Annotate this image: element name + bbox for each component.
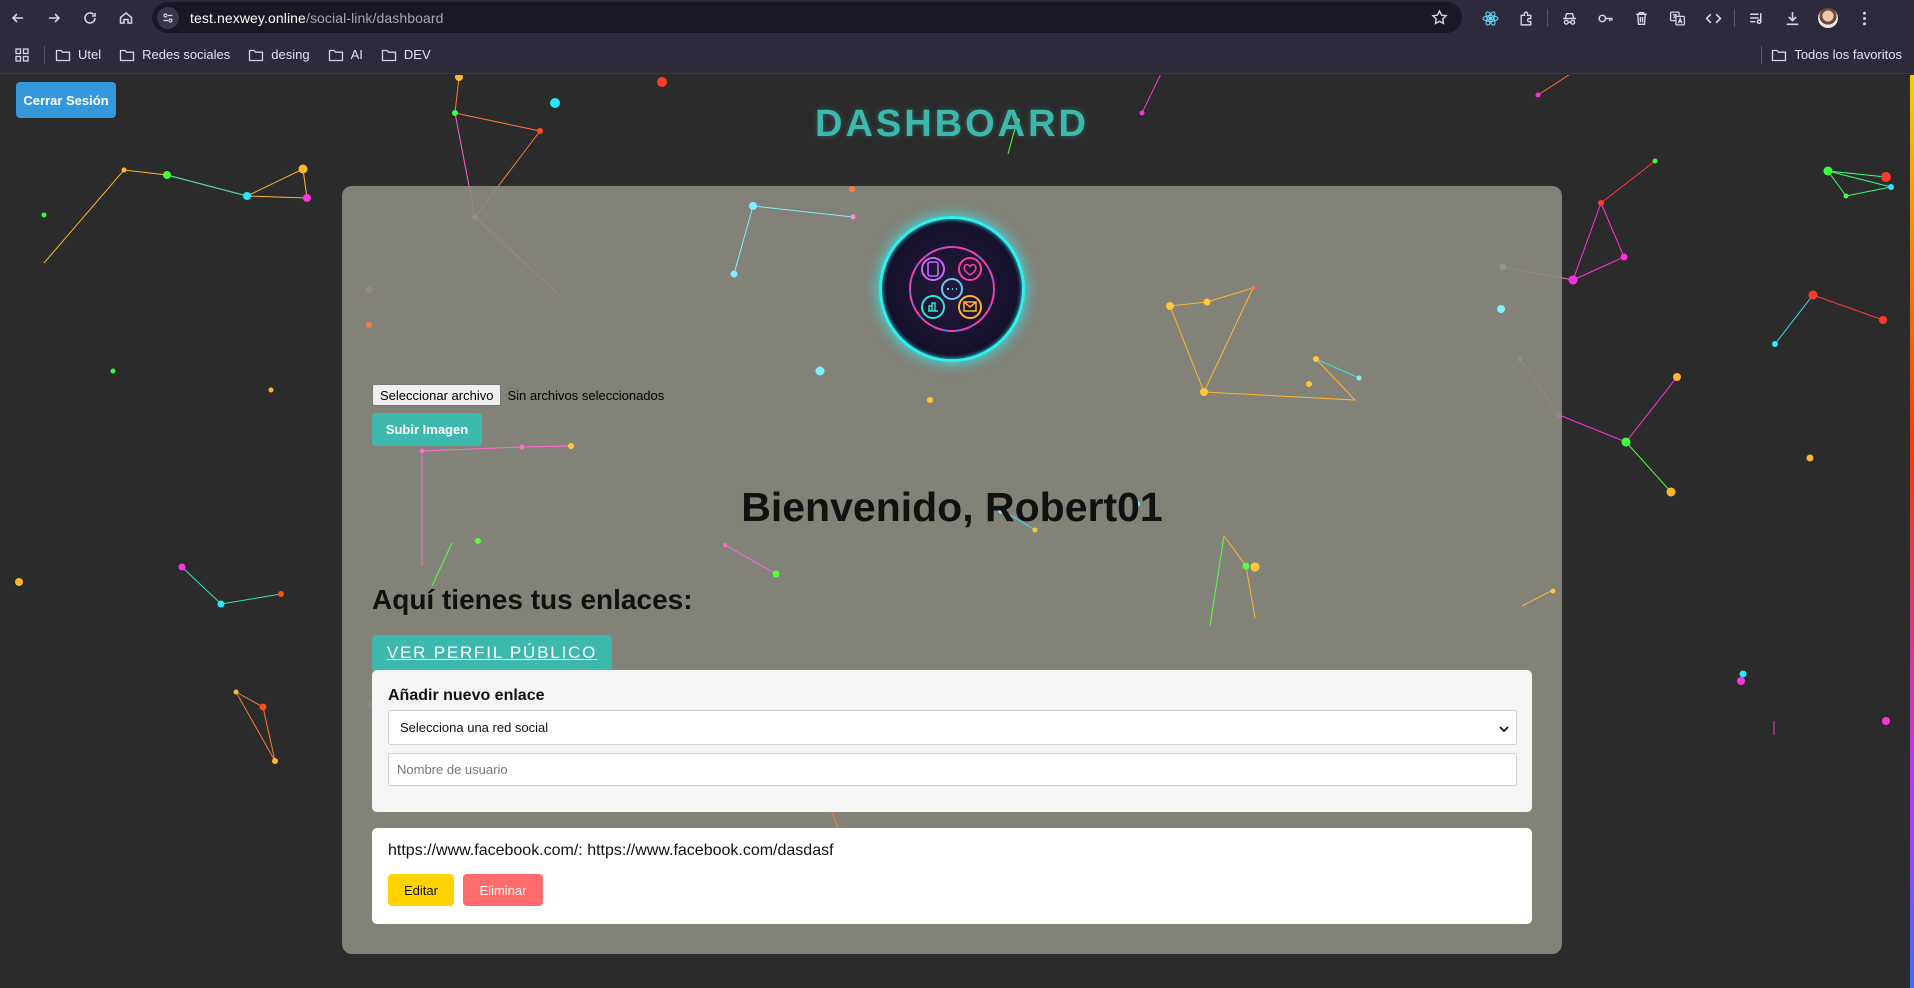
link-item: https://www.facebook.com/: https://www.f… [372, 828, 1532, 924]
bookmark-label: Redes sociales [142, 47, 231, 62]
profile-avatar[interactable] [1810, 0, 1846, 36]
toolbar-separator [1547, 9, 1548, 27]
bookmark-folder-utel[interactable]: Utel [55, 47, 101, 62]
react-devtools-icon[interactable] [1472, 0, 1508, 36]
folder-icon [328, 49, 343, 61]
bookmark-folder-desing[interactable]: desing [248, 47, 310, 62]
forward-icon[interactable] [36, 0, 72, 36]
bookmark-label: desing [271, 47, 310, 62]
add-link-title: Añadir nuevo enlace [388, 687, 545, 704]
trash-icon[interactable] [1623, 0, 1659, 36]
url-path: /social-link/dashboard [305, 9, 444, 26]
all-bookmarks-label: Todos los favoritos [1794, 47, 1902, 62]
file-status-text: Sin archivos seleccionados [507, 387, 665, 403]
upload-image-button[interactable]: Subir Imagen [372, 413, 482, 446]
profile-image [879, 216, 1025, 362]
bookmark-folder-dev[interactable]: DEV [381, 47, 431, 62]
apps-grid-icon[interactable] [14, 47, 30, 63]
bookmarks-separator [44, 45, 45, 64]
bookmark-label: Utel [78, 47, 102, 62]
bookmarks-bar: Utel Redes sociales desing AI DEV Todos … [0, 36, 1914, 74]
toolbar-separator [1734, 9, 1735, 27]
incognito-icon[interactable] [1551, 0, 1587, 36]
extensions-puzzle-icon[interactable] [1508, 0, 1544, 36]
welcome-heading: Bienvenido, Robert01 [741, 484, 1163, 530]
media-queue-icon[interactable] [1738, 0, 1774, 36]
site-info-icon[interactable] [157, 6, 179, 29]
file-upload-row: Seleccionar archivo Sin archivos selecci… [372, 384, 664, 406]
back-icon[interactable] [0, 0, 36, 36]
chevron-down-icon [1499, 726, 1509, 733]
translate-icon[interactable] [1659, 0, 1695, 36]
bookmark-label: AI [350, 47, 363, 62]
select-value: Selecciona una red social [400, 720, 549, 735]
bookmark-label: DEV [403, 47, 431, 62]
add-link-form: Añadir nuevo enlace Selecciona una red s… [372, 670, 1532, 812]
username-placeholder: Nombre de usuario [397, 762, 508, 777]
folder-icon [381, 49, 397, 61]
password-key-icon[interactable] [1587, 0, 1623, 36]
browser-toolbar: test.nexwey.online/social-link/dashboard [0, 0, 1914, 36]
folder-icon [1772, 49, 1787, 61]
folder-icon [249, 49, 264, 61]
home-icon[interactable] [108, 0, 144, 36]
page-viewport: Cerrar Sesión DASHBOARD Seleccionar arch… [0, 75, 1914, 988]
download-icon[interactable] [1774, 0, 1810, 36]
code-icon[interactable] [1695, 0, 1731, 36]
url-host: test.nexwey.online [190, 9, 306, 26]
address-bar[interactable]: test.nexwey.online/social-link/dashboard [152, 2, 1462, 33]
bookmark-folder-ai[interactable]: AI [328, 47, 363, 62]
social-network-select[interactable]: Selecciona una red social [388, 710, 1517, 745]
folder-icon [55, 49, 71, 61]
bookmark-star-icon[interactable] [1431, 9, 1448, 26]
delete-link-button[interactable]: Eliminar [463, 874, 543, 906]
edit-link-button[interactable]: Editar [388, 874, 454, 906]
page-edge-gradient [1910, 75, 1914, 988]
dashboard-card: Seleccionar archivo Sin archivos selecci… [342, 186, 1562, 954]
links-heading: Aquí tienes tus enlaces: [372, 584, 693, 615]
bookmarks-separator [1761, 46, 1762, 64]
social-network-logo-icon [909, 246, 995, 332]
all-bookmarks-folder[interactable]: Todos los favoritos [1771, 47, 1902, 62]
username-input[interactable]: Nombre de usuario [388, 753, 1517, 786]
bookmark-folder-redes-sociales[interactable]: Redes sociales [119, 47, 230, 62]
more-menu-icon[interactable] [1846, 0, 1882, 36]
page-title: DASHBOARD [815, 103, 1089, 145]
choose-file-button[interactable]: Seleccionar archivo [372, 384, 502, 406]
link-text: https://www.facebook.com/: https://www.f… [388, 842, 834, 859]
extensions-bar [1472, 0, 1882, 36]
folder-icon [119, 49, 135, 61]
reload-icon[interactable] [72, 0, 108, 36]
url-text: test.nexwey.online/social-link/dashboard [190, 10, 444, 26]
public-profile-link[interactable]: VER PERFIL PÚBLICO [372, 635, 612, 671]
